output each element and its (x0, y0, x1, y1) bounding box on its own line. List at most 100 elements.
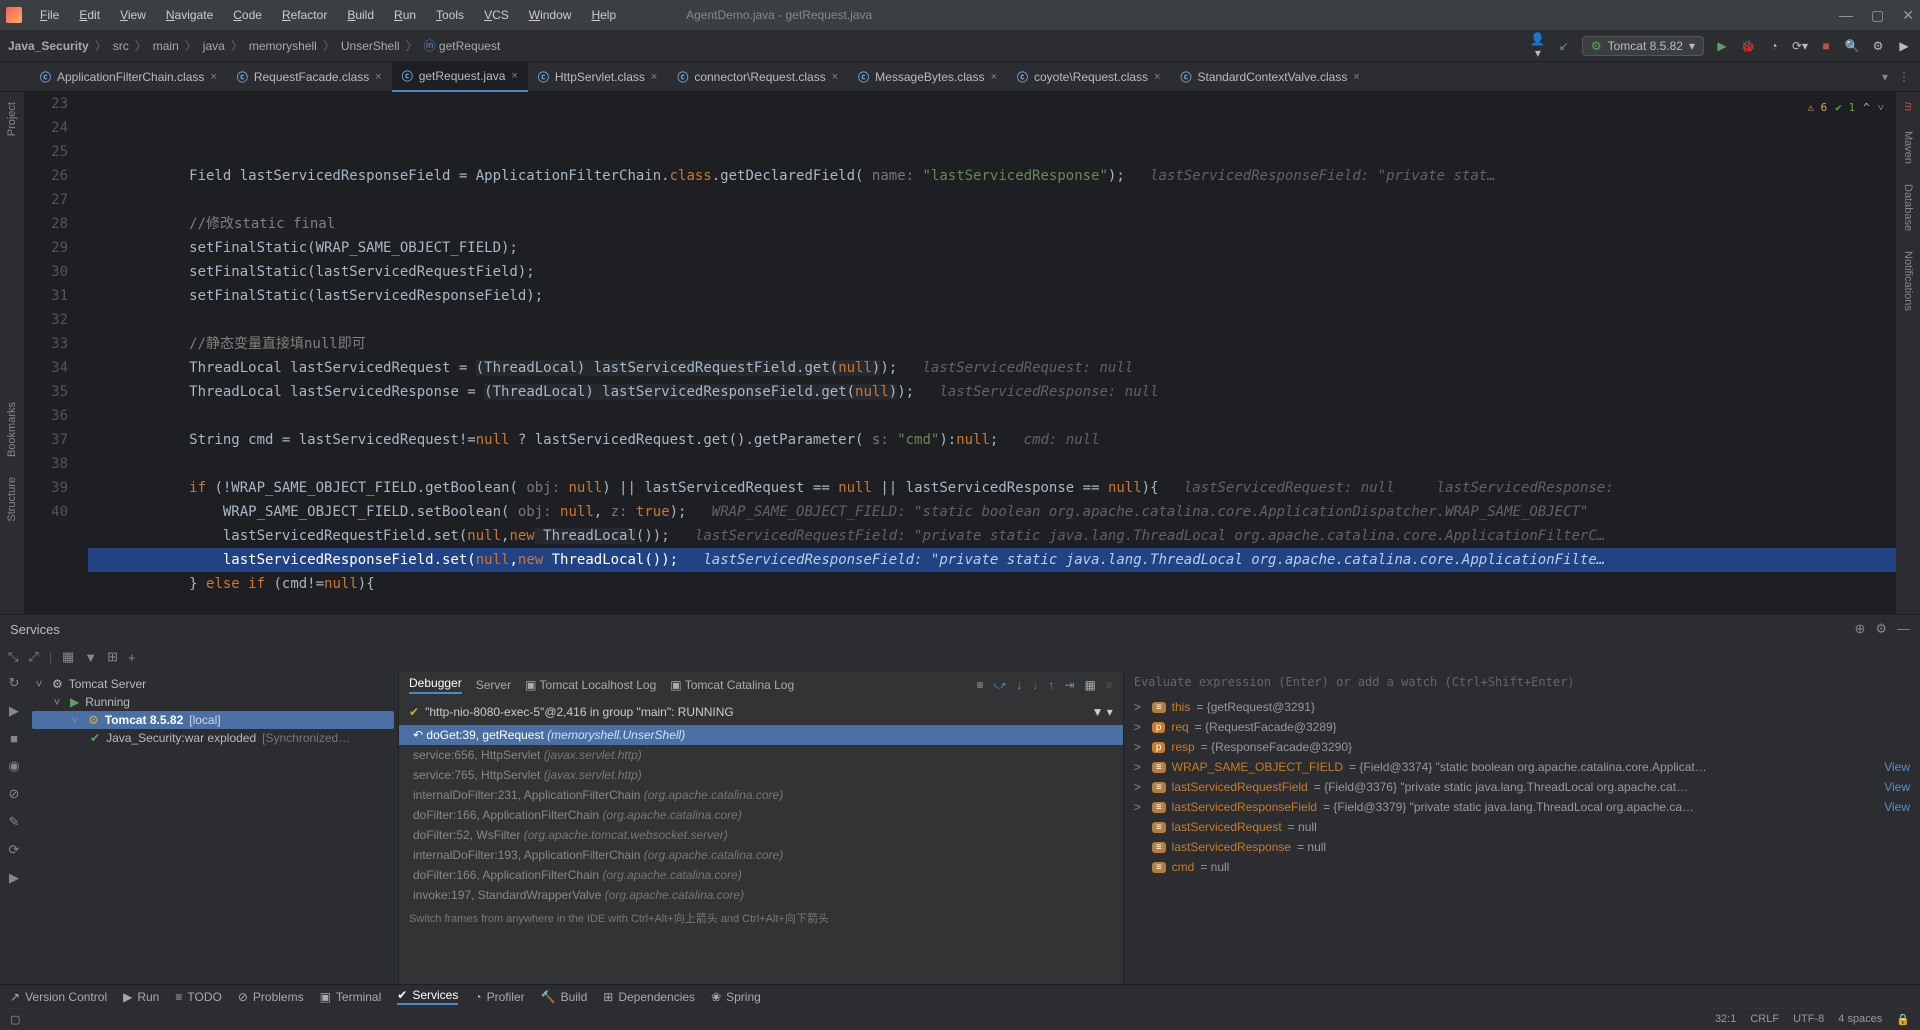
code-line[interactable]: lastServicedRequestField.set(null,new Th… (88, 524, 1896, 548)
search-everywhere-icon[interactable]: 🔍 (1844, 39, 1860, 53)
readonly-icon[interactable]: 🔒 (1896, 1013, 1910, 1026)
view-link[interactable]: View (1884, 760, 1910, 774)
menu-edit[interactable]: Edit (69, 8, 110, 22)
menu-build[interactable]: Build (337, 8, 384, 22)
close-tab-icon[interactable]: × (511, 70, 517, 82)
maximize-icon[interactable]: ▢ (1871, 7, 1884, 24)
expand-icon[interactable]: ⤡ (8, 649, 18, 665)
code-line[interactable]: lastServicedResponseField.set(null,new T… (88, 548, 1896, 572)
services-hide-icon[interactable]: — (1897, 621, 1910, 637)
maven-label[interactable]: Maven (1902, 131, 1914, 164)
resume2-icon[interactable]: ▶ (9, 870, 19, 886)
add-icon[interactable]: + (128, 650, 136, 665)
close-tab-icon[interactable]: × (991, 71, 997, 83)
breadcrumb[interactable]: main (153, 39, 179, 53)
reload-icon[interactable]: ⟳ (9, 842, 20, 858)
code-line[interactable]: //修改static final (88, 212, 1896, 236)
problems-tool[interactable]: ⊘ Problems (238, 990, 304, 1004)
code-line[interactable]: setFinalStatic(lastServicedResponseField… (88, 284, 1896, 308)
stack-frame[interactable]: doFilter:166, ApplicationFilterChain (or… (399, 865, 1123, 885)
close-tab-icon[interactable]: × (375, 71, 381, 83)
profiler-tool[interactable]: ◔ Profiler (474, 990, 524, 1004)
code-line[interactable]: setFinalStatic(lastServicedRequestField)… (88, 260, 1896, 284)
tab-list-icon[interactable]: ▾ (1882, 70, 1888, 84)
code-line[interactable] (88, 188, 1896, 212)
services-tool[interactable]: ✔ Services (397, 988, 458, 1005)
view-breakpoints-icon[interactable]: ◉ (8, 758, 19, 774)
code-line[interactable]: Field lastServicedResponseField = Applic… (88, 164, 1896, 188)
database-tool[interactable]: Database (1902, 184, 1914, 231)
code-line[interactable]: //静态变量直接填null即可 (88, 332, 1896, 356)
editor-tab[interactable]: ⓒgetRequest.java× (392, 62, 528, 92)
resume-icon[interactable]: ▶ (9, 703, 19, 719)
more-icon[interactable]: ≡ (1106, 678, 1113, 693)
tab-debugger[interactable]: Debugger (409, 676, 462, 694)
view-link[interactable]: View (1884, 780, 1910, 794)
menu-window[interactable]: Window (519, 8, 582, 22)
line-sep[interactable]: CRLF (1750, 1013, 1779, 1026)
code-line[interactable]: String cmd = lastServicedRequest!=null ?… (88, 428, 1896, 452)
editor-tab[interactable]: ⓒApplicationFilterChain.class× (30, 62, 227, 92)
close-icon[interactable]: ✕ (1902, 7, 1914, 24)
rerun-icon[interactable]: ↻ (9, 675, 20, 691)
force-step-icon[interactable]: ↓ (1032, 678, 1038, 693)
code-line[interactable] (88, 404, 1896, 428)
run-tool[interactable]: ▶ Run (123, 990, 159, 1004)
editor-tab[interactable]: ⓒMessageBytes.class× (848, 62, 1007, 92)
minimize-icon[interactable]: — (1839, 7, 1853, 24)
breadcrumb[interactable]: ⓜ getRequest (424, 37, 501, 54)
close-tab-icon[interactable]: × (1154, 71, 1160, 83)
grid-icon[interactable]: ▦ (62, 649, 74, 665)
structure-tool[interactable]: Structure (6, 477, 18, 522)
step-into-icon[interactable]: ↓ (1016, 678, 1022, 693)
mute-breakpoints-icon[interactable]: ⊘ (9, 786, 20, 802)
evaluate-input[interactable]: Evaluate expression (Enter) or add a wat… (1124, 671, 1920, 697)
editor-tab[interactable]: ⓒRequestFacade.class× (227, 62, 392, 92)
breadcrumb[interactable]: Java_Security (8, 39, 89, 53)
code-line[interactable]: ThreadLocal lastServicedResponse = (Thre… (88, 380, 1896, 404)
stack-frame[interactable]: internalDoFilter:231, ApplicationFilterC… (399, 785, 1123, 805)
stop-debug-icon[interactable]: ■ (10, 731, 18, 746)
editor-tab[interactable]: ⓒcoyote\Request.class× (1007, 62, 1171, 92)
stop-icon[interactable]: ■ (1818, 39, 1834, 53)
code-line[interactable] (88, 308, 1896, 332)
variable-row[interactable]: >≡ lastServicedRequestField = {Field@337… (1124, 777, 1920, 797)
close-tab-icon[interactable]: × (651, 71, 657, 83)
spring-tool[interactable]: ❀ Spring (711, 990, 761, 1004)
services-tree[interactable]: ˅⚙Tomcat Server ˅▶Running ˅⚙Tomcat 8.5.8… (28, 671, 398, 994)
step-over-icon[interactable]: ⤻ (994, 678, 1007, 693)
variable-row[interactable]: >≡ lastServicedResponseField = {Field@33… (1124, 797, 1920, 817)
stack-frame[interactable]: internalDoFilter:193, ApplicationFilterC… (399, 845, 1123, 865)
inspection-widget[interactable]: ⚠ 6 ✔ 1 ^˅ (1807, 96, 1884, 120)
encoding[interactable]: UTF-8 (1793, 1013, 1824, 1026)
menu-refactor[interactable]: Refactor (272, 8, 337, 22)
code-line[interactable]: WRAP_SAME_OBJECT_FIELD.setBoolean( obj: … (88, 500, 1896, 524)
stack-frame[interactable]: doFilter:52, WsFilter (org.apache.tomcat… (399, 825, 1123, 845)
layout-icon[interactable]: ≡ (977, 678, 984, 693)
breadcrumb[interactable]: memoryshell (249, 39, 317, 53)
project-tool[interactable]: Project (6, 102, 18, 136)
menu-vcs[interactable]: VCS (474, 8, 519, 22)
tab-more-icon[interactable]: ⋮ (1898, 70, 1910, 84)
indent[interactable]: 4 spaces (1838, 1013, 1882, 1026)
dependencies-tool[interactable]: ⊞ Dependencies (603, 990, 695, 1004)
editor-tab[interactable]: ⓒHttpServlet.class× (528, 62, 667, 92)
tab-localhost-log[interactable]: ▣ Tomcat Localhost Log (525, 678, 656, 692)
learn-icon[interactable]: ▶ (1896, 39, 1912, 53)
coverage-icon[interactable]: ◔ (1766, 39, 1782, 53)
build-tool[interactable]: 🔨 Build (541, 990, 588, 1004)
code-line[interactable] (88, 452, 1896, 476)
tab-catalina-log[interactable]: ▣ Tomcat Catalina Log (670, 678, 794, 692)
user-icon[interactable]: 👤▾ (1530, 32, 1546, 60)
stack-frame[interactable]: doFilter:166, ApplicationFilterChain (or… (399, 805, 1123, 825)
settings-icon[interactable]: ⚙ (1870, 39, 1886, 53)
menu-navigate[interactable]: Navigate (156, 8, 223, 22)
breadcrumb[interactable]: UnserShell (341, 39, 400, 53)
stack-frame[interactable]: service:765, HttpServlet (javax.servlet.… (399, 765, 1123, 785)
variable-row[interactable]: >≡ WRAP_SAME_OBJECT_FIELD = {Field@3374}… (1124, 757, 1920, 777)
menu-tools[interactable]: Tools (426, 8, 474, 22)
stack-frame[interactable]: service:656, HttpServlet (javax.servlet.… (399, 745, 1123, 765)
evaluate-icon[interactable]: ▦ (1084, 678, 1095, 693)
editor-tab[interactable]: ⓒStandardContextValve.class× (1171, 62, 1370, 92)
code-line[interactable]: } else if (cmd!=null){ (88, 572, 1896, 596)
